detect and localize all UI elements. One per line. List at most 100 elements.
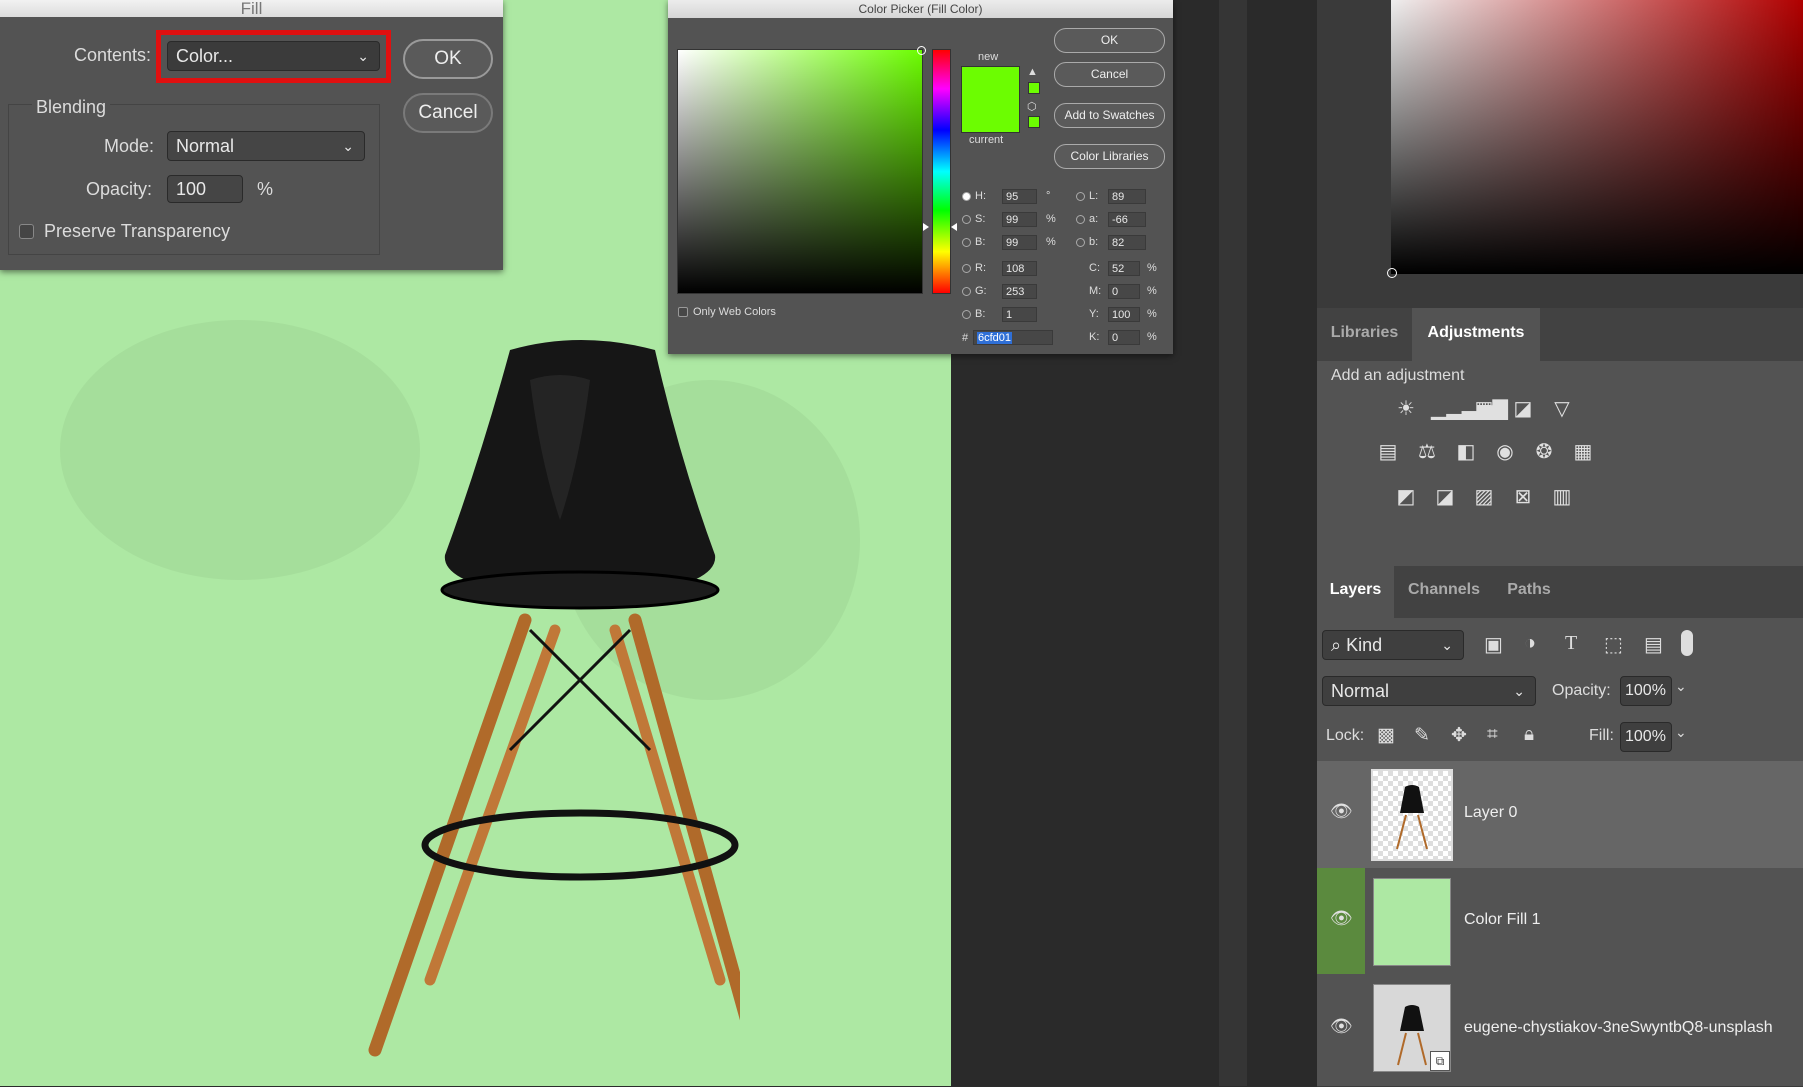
vibrance-icon[interactable]: ▽ [1548, 395, 1576, 423]
r-input[interactable]: 108 [1002, 261, 1037, 276]
saturation-brightness-field[interactable] [677, 46, 926, 294]
g-label: G: [975, 285, 987, 297]
web-safe-swatch[interactable] [1028, 116, 1040, 128]
layer-fill-input[interactable]: 100% [1620, 722, 1672, 752]
channel-mixer-icon[interactable]: ❂ [1530, 438, 1558, 466]
shape-layer-filter-icon[interactable]: ⬚ [1604, 632, 1623, 657]
blue-radio[interactable] [962, 310, 971, 319]
mode-label: Mode: [104, 136, 155, 156]
g-radio[interactable] [962, 287, 971, 296]
add-to-swatches-button[interactable]: Add to Swatches [1054, 103, 1165, 128]
lock-all-icon[interactable]: 🔒︎ [1524, 724, 1534, 746]
opacity-input[interactable]: 100 [167, 175, 243, 203]
pixel-layer-filter-icon[interactable]: ▣ [1484, 632, 1503, 657]
exposure-icon[interactable]: ◪ [1509, 395, 1537, 423]
selective-color-icon[interactable]: ⊠ [1509, 483, 1537, 511]
tab-adjustments[interactable]: Adjustments [1412, 308, 1540, 361]
layer-row[interactable]: 👁︎ ⧉ eugene-chystiakov-3neSwyntbQ8-unspl… [1317, 974, 1803, 1087]
hue-saturation-icon[interactable]: ▤ [1374, 438, 1402, 466]
eye-icon[interactable]: 👁︎ [1330, 908, 1353, 929]
only-web-colors-label: Only Web Colors [693, 306, 776, 318]
r-radio[interactable] [962, 264, 971, 273]
c-unit: % [1147, 262, 1157, 274]
k-input[interactable]: 0 [1108, 330, 1140, 345]
mode-select[interactable]: Normal ⌄ [167, 131, 365, 161]
hue-slider-left-arrow[interactable] [923, 223, 929, 231]
contents-select[interactable]: Color... ⌄ [167, 41, 380, 71]
l-input[interactable]: 89 [1108, 189, 1146, 204]
ok-button[interactable]: OK [403, 39, 493, 79]
lock-image-pixels-icon[interactable]: ✎ [1414, 724, 1430, 747]
curves-icon[interactable]: ▦ [1470, 395, 1498, 423]
c-input[interactable]: 52 [1108, 261, 1140, 276]
gradient-map-icon[interactable]: ▥ [1548, 483, 1576, 511]
threshold-icon[interactable]: ▨ [1470, 483, 1498, 511]
search-icon: ⌕ [1331, 635, 1347, 655]
l-radio[interactable] [1076, 192, 1085, 201]
contents-label: Contents: [74, 45, 152, 65]
smart-object-filter-icon[interactable]: ▤ [1644, 632, 1663, 657]
posterize-icon[interactable]: ◪ [1431, 483, 1459, 511]
layer-name: Layer 0 [1464, 804, 1518, 821]
filter-toggle-switch[interactable] [1681, 630, 1693, 656]
hex-value: 6cfd01 [977, 332, 1013, 344]
layer-opacity-input[interactable]: 100% [1620, 676, 1672, 706]
tab-libraries[interactable]: Libraries [1317, 308, 1412, 361]
eye-icon[interactable]: 👁︎ [1330, 801, 1353, 822]
lock-transparent-pixels-icon[interactable]: ▩ [1377, 724, 1395, 747]
picker-cancel-button[interactable]: Cancel [1054, 62, 1165, 87]
only-web-colors-checkbox[interactable] [678, 307, 688, 317]
adjustment-layer-filter-icon[interactable]: ◑ [1524, 632, 1536, 655]
layer-row[interactable]: 👁︎ Color Fill 1 [1317, 868, 1803, 975]
b-radio[interactable] [962, 238, 971, 247]
tab-channels[interactable]: Channels [1398, 566, 1490, 618]
opacity-chevron-icon[interactable]: ⌄ [1675, 678, 1687, 695]
c-label: C: [1089, 262, 1100, 274]
color-lookup-icon[interactable]: ▦ [1569, 438, 1597, 466]
layer-row[interactable]: 👁︎ Layer 0 [1317, 761, 1803, 869]
kind-filter-select[interactable]: ⌕ Kind ⌄ [1322, 630, 1464, 660]
y-input[interactable]: 100 [1108, 307, 1140, 322]
picker-ok-button[interactable]: OK [1054, 28, 1165, 53]
warning-icon[interactable]: ▲ [1027, 66, 1038, 78]
a-radio[interactable] [1076, 215, 1085, 224]
lab-b-radio[interactable] [1076, 238, 1085, 247]
color-cursor[interactable] [917, 46, 926, 55]
lab-b-input[interactable]: 82 [1108, 235, 1146, 250]
lock-artboard-icon[interactable]: ⌗ [1487, 724, 1498, 746]
spectrum-cursor[interactable] [1387, 268, 1397, 278]
color-libraries-button[interactable]: Color Libraries [1054, 144, 1165, 169]
levels-icon[interactable]: ▁▂▃▅▇ [1431, 395, 1508, 423]
h-input[interactable]: 95 [1002, 189, 1037, 204]
photo-filter-icon[interactable]: ◉ [1491, 438, 1519, 466]
m-input[interactable]: 0 [1108, 284, 1140, 299]
web-cube-icon[interactable]: ⬡ [1027, 100, 1037, 113]
cancel-button[interactable]: Cancel [403, 93, 493, 133]
brightness-contrast-icon[interactable]: ☀ [1392, 395, 1420, 423]
eye-icon[interactable]: 👁︎ [1330, 1016, 1353, 1037]
preserve-transparency-checkbox[interactable] [19, 224, 34, 239]
fill-chevron-icon[interactable]: ⌄ [1675, 724, 1687, 741]
invert-icon[interactable]: ◩ [1392, 483, 1420, 511]
color-balance-icon[interactable]: ⚖ [1413, 438, 1441, 466]
b-label: B: [975, 236, 986, 248]
type-layer-filter-icon[interactable]: T [1565, 632, 1577, 655]
blend-mode-select[interactable]: Normal ⌄ [1322, 676, 1536, 706]
hue-slider[interactable] [932, 49, 951, 294]
b-input[interactable]: 99 [1002, 235, 1037, 250]
s-input[interactable]: 99 [1002, 212, 1037, 227]
g-input[interactable]: 253 [1002, 284, 1037, 299]
blue-input[interactable]: 1 [1002, 307, 1037, 322]
tab-layers[interactable]: Layers [1317, 566, 1394, 618]
h-radio[interactable] [962, 192, 971, 201]
hex-input[interactable]: 6cfd01 [973, 330, 1053, 345]
hue-slider-right-arrow[interactable] [951, 223, 957, 231]
black-white-icon[interactable]: ◧ [1452, 438, 1480, 466]
a-input[interactable]: -66 [1108, 212, 1146, 227]
lab-b-label: b: [1089, 236, 1099, 248]
lock-position-icon[interactable]: ✥ [1451, 724, 1467, 747]
s-radio[interactable] [962, 215, 971, 224]
color-spectrum[interactable] [1387, 0, 1803, 278]
gamut-swatch[interactable] [1028, 82, 1040, 94]
tab-paths[interactable]: Paths [1494, 566, 1564, 618]
